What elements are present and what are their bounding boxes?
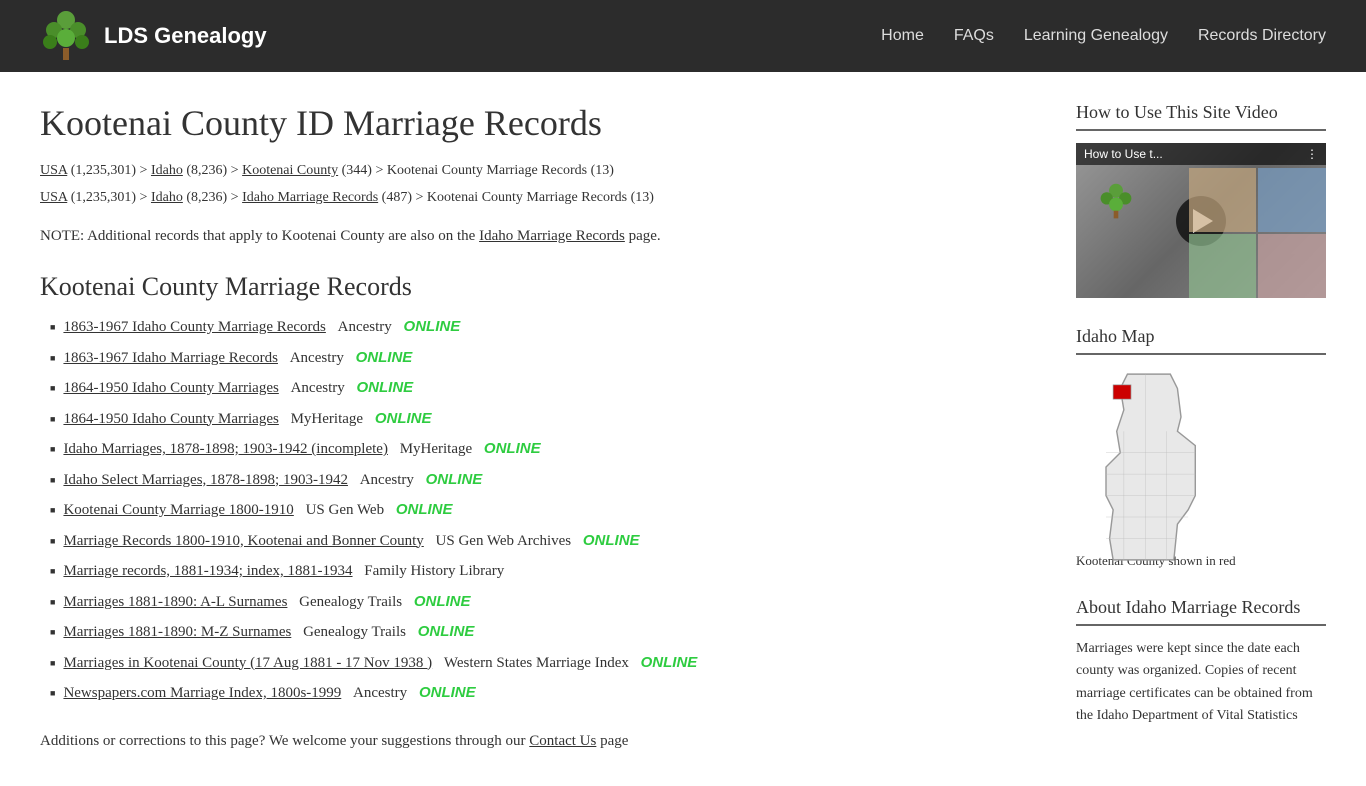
breadcrumb-idaho-marriage[interactable]: Idaho Marriage Records (242, 190, 378, 205)
main-content: Kootenai County ID Marriage Records USA … (40, 102, 1036, 756)
record-link-12[interactable]: Marriages in Kootenai County (17 Aug 188… (63, 652, 432, 675)
map-section-title: Idaho Map (1076, 326, 1326, 347)
about-text: Marriages were kept since the date each … (1076, 638, 1326, 728)
list-item: 1863-1967 Idaho County Marriage Records … (50, 316, 1036, 339)
video-photo-4 (1258, 234, 1326, 298)
record-link-11[interactable]: Marriages 1881-1890: M-Z Surnames (63, 621, 291, 644)
logo-tree-icon (40, 10, 92, 62)
online-badge: ONLINE (375, 408, 432, 431)
video-section: How to Use This Site Video How to Use t.… (1076, 102, 1326, 298)
record-link-9[interactable]: Marriage records, 1881-1934; index, 1881… (63, 560, 352, 583)
online-badge: ONLINE (414, 591, 471, 614)
list-item: Marriages 1881-1890: A-L Surnames Geneal… (50, 591, 1036, 614)
sidebar: How to Use This Site Video How to Use t.… (1076, 102, 1326, 756)
online-badge: ONLINE (583, 530, 640, 553)
video-inner: How to Use t... ⋮ (1076, 143, 1326, 298)
about-divider (1076, 624, 1326, 626)
online-badge: ONLINE (641, 652, 698, 675)
breadcrumb-1: USA (1,235,301) > Idaho (8,236) > Kooten… (40, 160, 1036, 181)
video-photo-1 (1189, 168, 1257, 232)
online-badge: ONLINE (484, 438, 541, 461)
video-menu-dots: ⋮ (1306, 147, 1318, 161)
list-item: Marriage Records 1800-1910, Kootenai and… (50, 530, 1036, 553)
video-photo-3 (1189, 234, 1257, 298)
main-navigation: Home FAQs Learning Genealogy Records Dir… (881, 27, 1326, 45)
record-link-4[interactable]: 1864-1950 Idaho County Marriages (63, 408, 278, 431)
about-section-title: About Idaho Marriage Records (1076, 597, 1326, 618)
record-link-10[interactable]: Marriages 1881-1890: A-L Surnames (63, 591, 287, 614)
list-item: Marriages 1881-1890: M-Z Surnames Geneal… (50, 621, 1036, 644)
record-link-8[interactable]: Marriage Records 1800-1910, Kootenai and… (63, 530, 423, 553)
map-section: Idaho Map (1076, 326, 1326, 569)
about-section: About Idaho Marriage Records Marriages w… (1076, 597, 1326, 728)
nav-home[interactable]: Home (881, 27, 924, 45)
record-link-7[interactable]: Kootenai County Marriage 1800-1910 (63, 499, 293, 522)
video-divider (1076, 129, 1326, 131)
content-area: Kootenai County ID Marriage Records USA … (0, 72, 1366, 786)
breadcrumb-usa-1[interactable]: USA (40, 163, 67, 178)
record-link-3[interactable]: 1864-1950 Idaho County Marriages (63, 377, 278, 400)
logo-area: LDS Genealogy (40, 10, 267, 62)
list-item: 1863-1967 Idaho Marriage Records Ancestr… (50, 347, 1036, 370)
nav-faqs[interactable]: FAQs (954, 27, 994, 45)
section-title: Kootenai County Marriage Records (40, 272, 1036, 302)
header: LDS Genealogy Home FAQs Learning Genealo… (0, 0, 1366, 72)
page-wrapper: Kootenai County ID Marriage Records USA … (0, 72, 1366, 786)
idaho-map-svg (1076, 367, 1236, 567)
records-list: 1863-1967 Idaho County Marriage Records … (40, 316, 1036, 705)
breadcrumb-idaho-2[interactable]: Idaho (151, 190, 183, 205)
breadcrumb-idaho-1[interactable]: Idaho (151, 163, 183, 178)
record-link-2[interactable]: 1863-1967 Idaho Marriage Records (63, 347, 278, 370)
online-badge: ONLINE (356, 377, 413, 400)
site-logo-text[interactable]: LDS Genealogy (104, 23, 267, 49)
list-item: Idaho Marriages, 1878-1898; 1903-1942 (i… (50, 438, 1036, 461)
video-label: How to Use t... (1084, 147, 1163, 161)
idaho-marriage-records-link[interactable]: Idaho Marriage Records (479, 228, 625, 244)
record-link-1[interactable]: 1863-1967 Idaho County Marriage Records (63, 316, 325, 339)
additions-text: Additions or corrections to this page? W… (40, 729, 1036, 753)
online-badge: ONLINE (404, 316, 461, 339)
breadcrumb-2: USA (1,235,301) > Idaho (8,236) > Idaho … (40, 187, 1036, 208)
page-title: Kootenai County ID Marriage Records (40, 102, 1036, 144)
breadcrumb-kootenai[interactable]: Kootenai County (242, 163, 338, 178)
nav-records[interactable]: Records Directory (1198, 27, 1326, 45)
video-thumbnail[interactable]: How to Use t... ⋮ (1076, 143, 1326, 298)
list-item: Marriages in Kootenai County (17 Aug 188… (50, 652, 1036, 675)
note-text: NOTE: Additional records that apply to K… (40, 224, 1036, 248)
list-item: Marriage records, 1881-1934; index, 1881… (50, 560, 1036, 583)
video-photo-2 (1258, 168, 1326, 232)
record-link-13[interactable]: Newspapers.com Marriage Index, 1800s-199… (63, 682, 341, 705)
record-link-5[interactable]: Idaho Marriages, 1878-1898; 1903-1942 (i… (63, 438, 388, 461)
list-item: 1864-1950 Idaho County Marriages Ancestr… (50, 377, 1036, 400)
online-badge: ONLINE (419, 682, 476, 705)
contact-us-link[interactable]: Contact Us (529, 733, 596, 749)
list-item: 1864-1950 Idaho County Marriages MyHerit… (50, 408, 1036, 431)
map-divider (1076, 353, 1326, 355)
video-section-title: How to Use This Site Video (1076, 102, 1326, 123)
video-tree-icon (1096, 183, 1136, 223)
list-item: Idaho Select Marriages, 1878-1898; 1903-… (50, 469, 1036, 492)
video-photos (1189, 168, 1327, 298)
video-top-bar: How to Use t... ⋮ (1076, 143, 1326, 165)
online-badge: ONLINE (396, 499, 453, 522)
online-badge: ONLINE (418, 621, 475, 644)
record-link-6[interactable]: Idaho Select Marriages, 1878-1898; 1903-… (63, 469, 348, 492)
nav-learning[interactable]: Learning Genealogy (1024, 27, 1168, 45)
list-item: Newspapers.com Marriage Index, 1800s-199… (50, 682, 1036, 705)
list-item: Kootenai County Marriage 1800-1910 US Ge… (50, 499, 1036, 522)
breadcrumb-usa-2[interactable]: USA (40, 190, 67, 205)
online-badge: ONLINE (356, 347, 413, 370)
idaho-map (1076, 367, 1326, 547)
online-badge: ONLINE (426, 469, 483, 492)
